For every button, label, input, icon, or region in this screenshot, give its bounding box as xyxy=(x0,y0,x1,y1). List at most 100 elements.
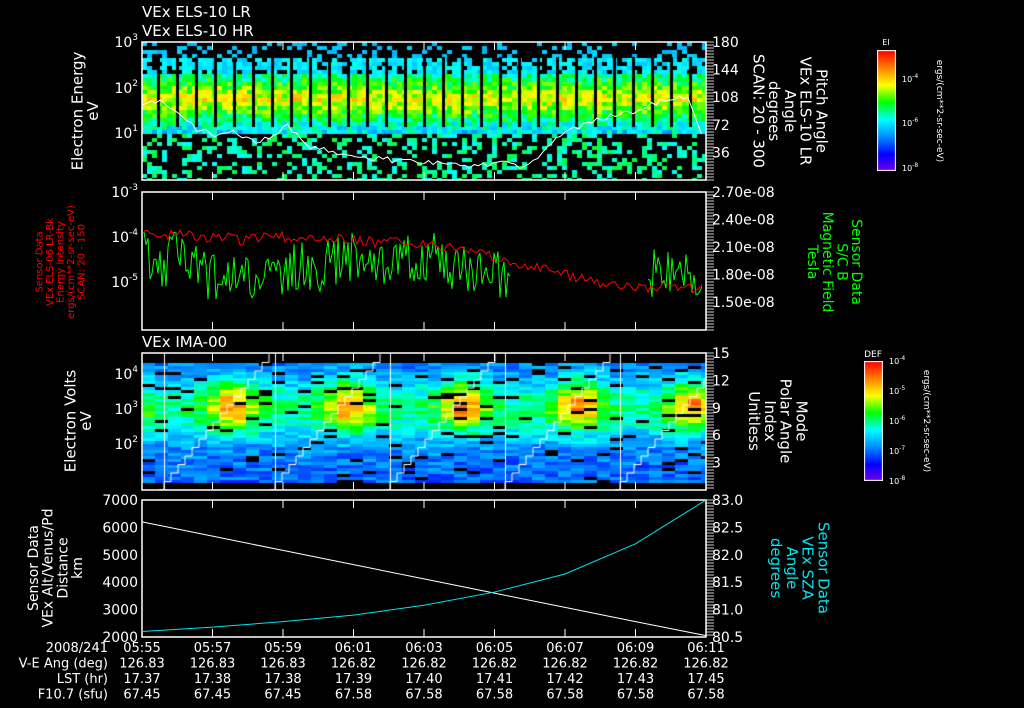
y-tick-label: 102 xyxy=(114,435,138,453)
colorbar-2-tick: 10-8 xyxy=(889,475,905,486)
y2-tick-label: 12 xyxy=(712,373,730,389)
x-tick-label: 05:57 xyxy=(194,641,231,656)
colorbar-1-tick: 10-6 xyxy=(902,117,918,128)
x-annotation-value: 67.45 xyxy=(194,688,231,703)
panel-3-frame xyxy=(141,352,707,491)
y2-tick-label: 3 xyxy=(712,456,721,472)
y2-tick-label: 81.0 xyxy=(712,603,743,619)
panel-2-ylabel: Sensor Data VEx ELS-06 LR-Bk Energy Intens… xyxy=(35,205,88,319)
y-tick-label: 101 xyxy=(114,124,138,142)
sza-line xyxy=(141,499,707,633)
x-row-label: V-E Ang (deg) xyxy=(19,657,108,672)
axis-label-line: Unitless xyxy=(745,391,763,451)
x-annotation-value: 17.41 xyxy=(476,672,513,687)
colorbar-2-units: ergs/(cm**2-sr-sec-eV) xyxy=(921,370,931,472)
y-tick-label: 103 xyxy=(114,400,138,418)
y2-tick-label: 36 xyxy=(712,145,730,161)
colorbar-1-units: ergs/(cm**2-sr-sec-eV) xyxy=(934,60,944,162)
x-tick-label: 05:59 xyxy=(264,641,301,656)
y-tick-label: 3000 xyxy=(102,603,138,619)
axis-label-line: SCAN: 20 - 150 xyxy=(77,224,88,300)
y2-tick-label: 82.0 xyxy=(712,548,743,564)
panel-3-y2label: ModePolar AngleIndexUnitless xyxy=(745,379,810,464)
panel-3-title: VEx IMA-00 xyxy=(142,333,227,351)
y-tick-label: 5000 xyxy=(102,548,138,564)
pitch-angle-line xyxy=(141,95,702,169)
panel-2-frame xyxy=(141,191,707,331)
x-annotation-value: 126.82 xyxy=(683,657,729,672)
x-annotation-value: 126.83 xyxy=(190,657,236,672)
panel-1-ylabel: Electron EnergyeV xyxy=(68,51,102,170)
axis-label-line: degrees xyxy=(767,538,785,599)
y2-tick-label: 2.10e-08 xyxy=(712,240,775,256)
y2-tick-label: 15 xyxy=(712,346,730,362)
x-annotation-value: 17.45 xyxy=(687,672,724,687)
panel-1-title-hr: VEx ELS-10 HR xyxy=(142,22,254,40)
x-annotation-value: 17.38 xyxy=(264,672,301,687)
x-annotation-value: 17.42 xyxy=(546,672,583,687)
panel-2-y2label: Sensor DataS/C BMagnetic FieldTesla xyxy=(804,212,864,313)
axis-label-line: ergs/(cm**2-sr-sec-eV) xyxy=(66,205,77,319)
y2-tick-label: 2.40e-08 xyxy=(712,213,775,229)
axis-label-line: Sensor Data xyxy=(848,219,864,305)
axis-label-line: VEx ELS-06 LR-Bk xyxy=(45,218,56,306)
axis-label-line: ergs/(cm**2-sr-sec-eV) xyxy=(934,60,944,162)
x-tick-label: 06:01 xyxy=(335,641,372,656)
x-annotation-value: 17.43 xyxy=(617,672,654,687)
axis-label-line: Energy Intensity xyxy=(56,221,67,303)
x-annotation-value: 126.82 xyxy=(613,657,659,672)
x-annotation-value: 67.45 xyxy=(123,688,160,703)
plot-canvas: 103102101180144108723610-310-410-52.70e-… xyxy=(19,3,944,703)
x-tick-label: 05:55 xyxy=(123,641,160,656)
panel-4-ylabel: Sensor DataVEx Alt/Venus/PdDistancekm xyxy=(26,508,86,627)
axis-label-line: Tesla xyxy=(804,244,820,280)
x-annotation-value: 126.82 xyxy=(331,657,377,672)
panel-1-y2label: Pitch AngleVEx ELS-10 LRAngledegreesSCAN… xyxy=(749,54,830,168)
y2-tick-label: 144 xyxy=(712,63,739,79)
x-annotation-value: 126.83 xyxy=(260,657,306,672)
y2-tick-label: 81.5 xyxy=(712,575,743,591)
axis-label-line: SCAN: 20 - 300 xyxy=(749,54,767,168)
x-annotation-value: 126.82 xyxy=(542,657,588,672)
x-row-label: 2008/241 xyxy=(46,641,108,656)
y2-tick-label: 9 xyxy=(712,401,721,417)
y2-tick-label: 83.0 xyxy=(712,493,743,509)
colorbar-1-tick: 10-8 xyxy=(902,162,918,173)
x-annotation-value: 17.37 xyxy=(123,672,160,687)
axis-label-line: Sensor Data xyxy=(26,525,42,611)
y-tick-label: 10-5 xyxy=(111,273,138,291)
x-annotation-value: 126.82 xyxy=(401,657,447,672)
magnetic-field-line xyxy=(143,231,511,300)
x-tick-label: 06:11 xyxy=(687,641,724,656)
y-tick-label: 102 xyxy=(114,79,138,97)
y2-tick-label: 108 xyxy=(712,90,739,106)
panel-3-ylabel: Electron VoltseV xyxy=(61,370,95,473)
x-tick-label: 06:03 xyxy=(405,641,442,656)
x-annotation-value: 17.38 xyxy=(194,672,231,687)
y-tick-label: 4000 xyxy=(102,575,138,591)
y2-tick-label: 72 xyxy=(712,118,730,134)
x-annotation-value: 67.58 xyxy=(476,688,513,703)
x-annotation-value: 126.83 xyxy=(119,657,165,672)
y-tick-label: 103 xyxy=(114,33,138,51)
axis-label-line: Distance xyxy=(55,537,71,598)
panel-1-title-lr: VEx ELS-10 LR xyxy=(142,3,251,21)
x-annotation-value: 17.39 xyxy=(335,672,372,687)
axis-label-line: Sensor Data xyxy=(35,231,46,292)
axis-label-line: VEx Alt/Venus/Pd xyxy=(41,508,57,627)
y2-tick-label: 6 xyxy=(712,428,721,444)
y2-tick-label: 2.70e-08 xyxy=(712,185,775,201)
colorbar-2-tick: 10-5 xyxy=(889,385,905,396)
axis-label-line: eV xyxy=(77,411,95,431)
axis-label-line: S/C B xyxy=(833,243,849,280)
x-annotation-value: 67.45 xyxy=(264,688,301,703)
x-annotation-value: 67.58 xyxy=(687,688,724,703)
y-tick-label: 10-4 xyxy=(111,228,138,246)
axis-label-line: Magnetic Field xyxy=(819,212,835,313)
y2-tick-label: 180 xyxy=(712,35,739,51)
x-annotation-value: 17.40 xyxy=(405,672,442,687)
x-annotation-value: 67.58 xyxy=(617,688,654,703)
colorbar-1-title: EI xyxy=(882,38,889,47)
colorbar-2-tick: 10-7 xyxy=(889,445,905,456)
axis-label-line: km xyxy=(70,557,86,579)
